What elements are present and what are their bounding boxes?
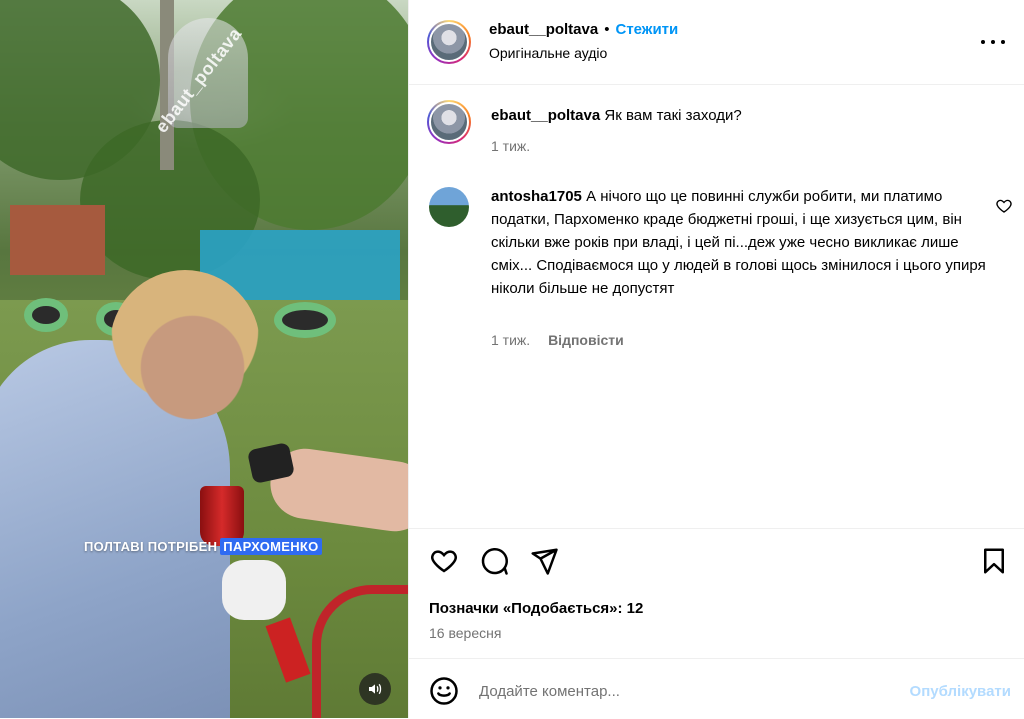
red-railing <box>312 585 408 718</box>
likes-count[interactable]: Позначки «Подобається»: 12 <box>429 600 643 617</box>
reply-button[interactable]: Відповісти <box>548 332 624 348</box>
comment-time[interactable]: 1 тиж. <box>491 332 530 348</box>
tire <box>274 302 336 338</box>
comment-input[interactable] <box>477 673 891 709</box>
volume-icon <box>369 683 382 695</box>
avatar[interactable] <box>427 100 471 144</box>
comment-body: antosha1705 А нічого що це повинні служб… <box>491 185 989 300</box>
share-icon[interactable] <box>529 546 559 576</box>
post-media[interactable]: ebaut_poltava ПОЛТАВІ ПОТРІБЕН ПАРХОМЕНК… <box>0 0 408 718</box>
house <box>10 205 105 275</box>
volume-button[interactable] <box>359 673 391 705</box>
heart-icon[interactable] <box>429 546 459 576</box>
action-bar: Позначки «Подобається»: 12 16 вересня <box>409 528 1024 659</box>
comment-icon[interactable] <box>479 546 509 576</box>
caption-prefix: ПОЛТАВІ ПОТРІБЕН <box>84 539 218 554</box>
follow-button[interactable]: Стежити <box>615 21 678 38</box>
more-options-button[interactable] <box>981 30 1005 54</box>
caption-highlight: ПАРХОМЕНКО <box>220 538 322 555</box>
avatar[interactable] <box>427 20 471 64</box>
comment-text: Як вам такі заходи? <box>604 107 742 124</box>
post-date[interactable]: 16 вересня <box>429 625 501 641</box>
tire <box>24 298 68 332</box>
comments-list: ebaut__poltava Як вам такі заходи? 1 тиж… <box>409 84 1024 528</box>
person-head <box>110 270 260 420</box>
comment-composer: Опублікувати <box>409 658 1024 719</box>
paint-cup <box>200 486 244 546</box>
like-comment-heart-icon[interactable] <box>995 197 1013 215</box>
audio-label[interactable]: Оригінальне аудіо <box>489 45 607 61</box>
publish-button[interactable]: Опублікувати <box>910 683 1011 700</box>
glove <box>222 560 286 620</box>
post-header: ebaut__poltava • Стежити Оригінальне ауд… <box>409 0 1024 85</box>
comment-username[interactable]: antosha1705 <box>491 188 582 205</box>
avatar[interactable] <box>429 187 469 227</box>
comment-meta: 1 тиж. Відповісти <box>491 332 624 348</box>
comment-username[interactable]: ebaut__poltava <box>491 107 600 124</box>
header-line: ebaut__poltava • Стежити <box>489 21 678 38</box>
more-icon <box>981 40 985 44</box>
username-link[interactable]: ebaut__poltava <box>489 21 598 38</box>
emoji-icon[interactable] <box>429 676 459 706</box>
video-caption: ПОЛТАВІ ПОТРІБЕН ПАРХОМЕНКО <box>84 538 322 555</box>
post-sidebar: ebaut__poltava • Стежити Оригінальне ауд… <box>408 0 1024 718</box>
comment-time[interactable]: 1 тиж. <box>491 138 530 154</box>
bookmark-icon[interactable] <box>979 546 1009 576</box>
caption-comment: ebaut__poltava Як вам такі заходи? <box>491 104 991 127</box>
separator: • <box>604 21 610 38</box>
